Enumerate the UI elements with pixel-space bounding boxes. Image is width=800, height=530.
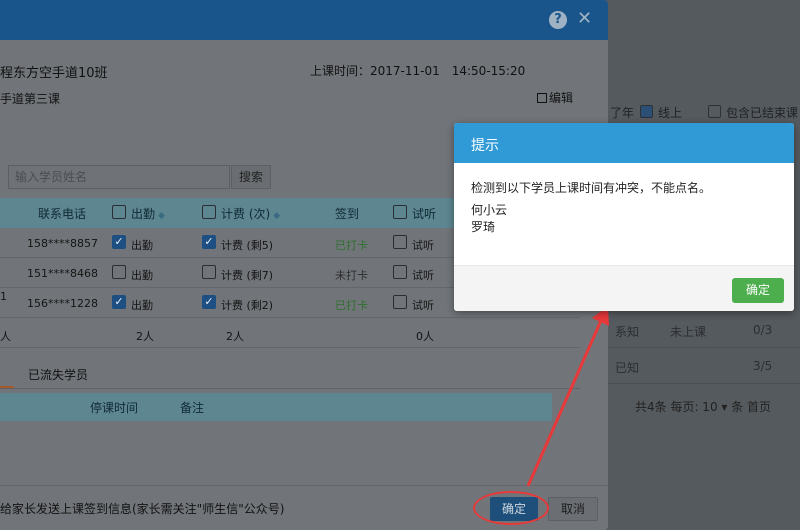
alert-message: 检测到以下学员上课时间有冲突，不能点名。 (471, 181, 712, 195)
alert-ok-button[interactable]: 确定 (732, 278, 784, 303)
alert-header: 提示 (454, 123, 794, 163)
conflict-student: 罗琦 (471, 220, 496, 234)
alert-title: 提示 (471, 138, 499, 154)
conflict-student: 何小云 (471, 203, 508, 217)
conflict-alert: 提示 检测到以下学员上课时间有冲突，不能点名。 何小云 罗琦 确定 (454, 123, 794, 311)
arrow-shaft (526, 315, 605, 487)
